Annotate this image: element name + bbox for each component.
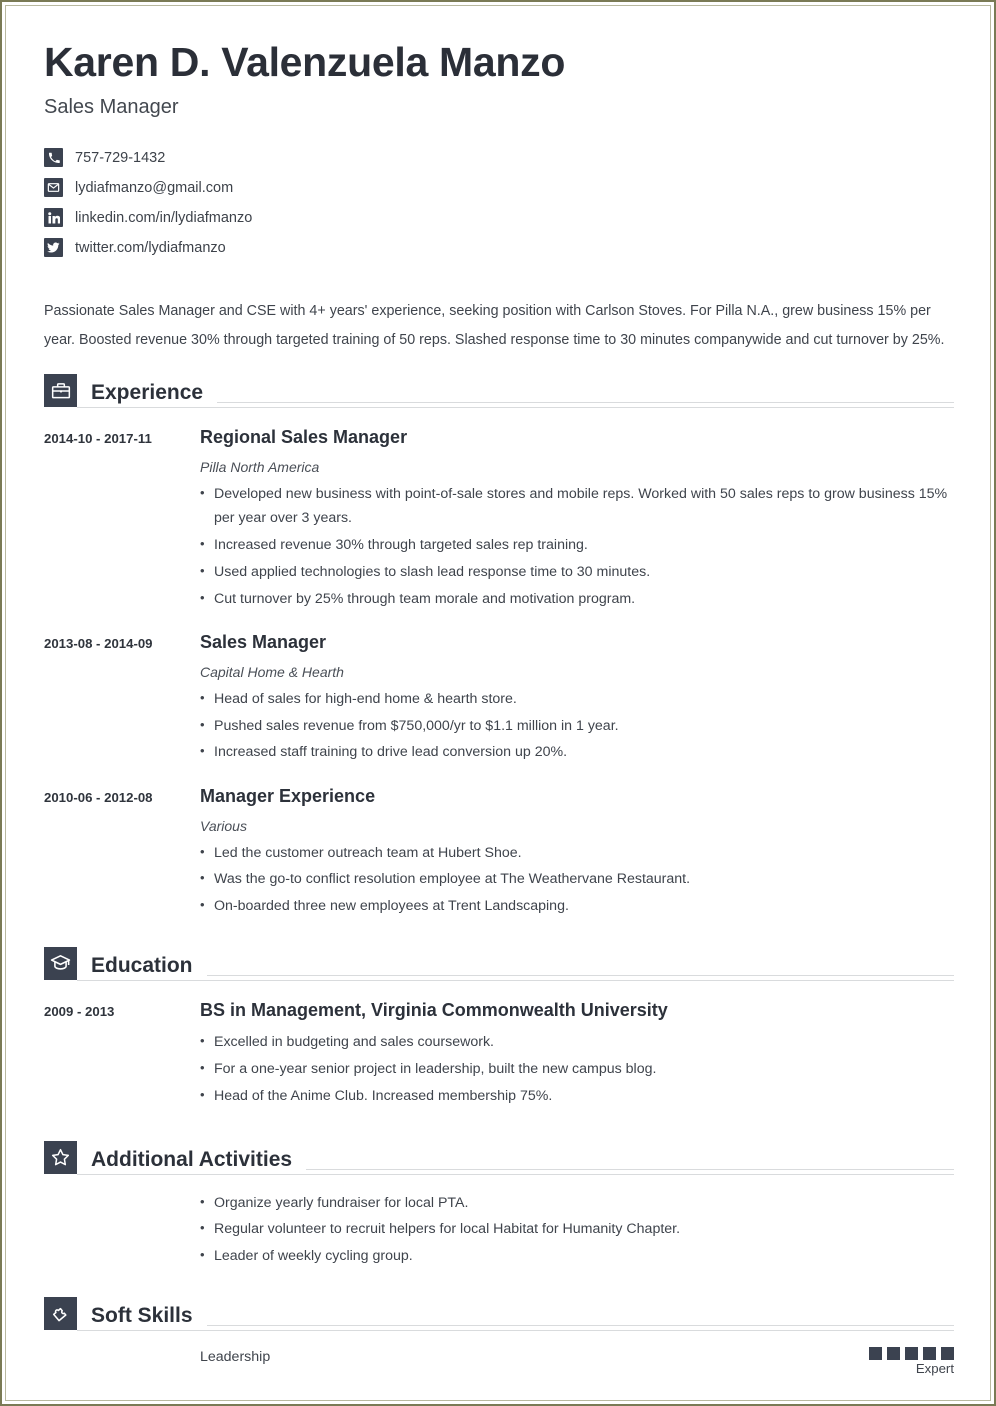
list-item: Increased staff training to drive lead c… bbox=[200, 740, 954, 765]
skill-name: Leadership bbox=[200, 1348, 271, 1365]
skill-row: Leadership Expert bbox=[200, 1346, 954, 1378]
list-item: Pushed sales revenue from $750,000/yr to… bbox=[200, 714, 954, 739]
contact-linkedin-text: linkedin.com/in/lydiafmanzo bbox=[75, 209, 253, 226]
skill-level-label: Expert bbox=[915, 1360, 954, 1376]
section-header-experience: Experience bbox=[44, 374, 954, 408]
contact-list: 757-729-1432 lydiafmanzo@gmail.com linke… bbox=[44, 143, 954, 263]
entry-body: Regional Sales Manager Pilla North Ameri… bbox=[200, 426, 954, 613]
list-item: Used applied technologies to slash lead … bbox=[200, 560, 954, 585]
page-title: Karen D. Valenzuela Manzo bbox=[44, 39, 566, 85]
entry-date: 2009 - 2013 bbox=[44, 1003, 115, 1019]
resume-content: Karen D. Valenzuela Manzo Sales Manager … bbox=[6, 6, 990, 1404]
list-item: For a one-year senior project in leaders… bbox=[200, 1057, 954, 1082]
job-title: Sales Manager bbox=[44, 95, 179, 118]
rating-dot bbox=[941, 1346, 954, 1360]
list-item: On-boarded three new employees at Trent … bbox=[200, 894, 954, 919]
section-title-experience: Experience bbox=[91, 381, 204, 405]
activities-bullet-list: Organize yearly fundraiser for local PTA… bbox=[200, 1191, 954, 1269]
section-header-soft-skills: Soft Skills bbox=[44, 1296, 954, 1330]
contact-phone-text: 757-729-1432 bbox=[75, 149, 166, 166]
section-underline bbox=[77, 1329, 954, 1331]
resume-page-inner-border: Karen D. Valenzuela Manzo Sales Manager … bbox=[5, 5, 991, 1401]
list-item: Regular volunteer to recruit helpers for… bbox=[200, 1217, 954, 1242]
section-divider bbox=[206, 1324, 954, 1326]
experience-entry: 2010-06 - 2012-08 Manager Experience Var… bbox=[44, 785, 954, 921]
entry-organization: Pilla North America bbox=[200, 458, 320, 475]
list-item: Excelled in budgeting and sales coursewo… bbox=[200, 1030, 954, 1055]
entry-body: Sales Manager Capital Home & Hearth Head… bbox=[200, 631, 954, 767]
list-item: Was the go-to conflict resolution employ… bbox=[200, 867, 954, 892]
entry-degree: BS in Management, Virginia Commonwealth … bbox=[200, 999, 668, 1020]
contact-item-email[interactable]: lydiafmanzo@gmail.com bbox=[44, 173, 954, 203]
entry-bullet-list: Led the customer outreach team at Hubert… bbox=[200, 841, 954, 919]
section-header-education: Education bbox=[44, 946, 954, 980]
list-item: Head of the Anime Club. Increased member… bbox=[200, 1084, 954, 1109]
section-additional-activities: Additional Activities Organize yearly fu… bbox=[44, 1140, 954, 1269]
resume-page: Karen D. Valenzuela Manzo Sales Manager … bbox=[0, 0, 996, 1406]
section-header-activities: Additional Activities bbox=[44, 1140, 954, 1174]
twitter-icon bbox=[44, 238, 63, 258]
rating-dot bbox=[869, 1346, 882, 1360]
list-item: Cut turnover by 25% through team morale … bbox=[200, 587, 954, 612]
section-education: Education 2009 - 2013 BS in Management, … bbox=[44, 946, 954, 1111]
list-item: Organize yearly fundraiser for local PTA… bbox=[200, 1191, 954, 1216]
list-item: Leader of weekly cycling group. bbox=[200, 1244, 954, 1269]
list-item: Head of sales for high-end home & hearth… bbox=[200, 687, 954, 712]
experience-entry: 2013-08 - 2014-09 Sales Manager Capital … bbox=[44, 631, 954, 767]
list-item: Increased revenue 30% through targeted s… bbox=[200, 533, 954, 558]
section-underline bbox=[77, 979, 954, 981]
entry-body: BS in Management, Virginia Commonwealth … bbox=[200, 999, 954, 1111]
section-divider bbox=[217, 402, 954, 404]
entry-organization: Capital Home & Hearth bbox=[200, 663, 344, 680]
entry-date: 2014-10 - 2017-11 bbox=[44, 431, 152, 447]
rating-dot bbox=[905, 1346, 918, 1360]
email-icon bbox=[44, 178, 63, 198]
list-item: Led the customer outreach team at Hubert… bbox=[200, 841, 954, 866]
skill-rating-dots bbox=[869, 1346, 954, 1360]
list-item: Developed new business with point-of-sal… bbox=[200, 482, 954, 531]
contact-item-phone[interactable]: 757-729-1432 bbox=[44, 143, 954, 173]
contact-twitter-text: twitter.com/lydiafmanzo bbox=[75, 239, 226, 256]
section-underline bbox=[77, 407, 954, 409]
rating-dot bbox=[887, 1346, 900, 1360]
entry-date: 2010-06 - 2012-08 bbox=[44, 790, 153, 806]
professional-summary: Passionate Sales Manager and CSE with 4+… bbox=[44, 302, 945, 348]
section-soft-skills: Soft Skills Leadership Expert bbox=[44, 1296, 954, 1404]
entry-organization: Various bbox=[200, 817, 247, 834]
section-experience: Experience 2014-10 - 2017-11 Regional Sa… bbox=[44, 374, 954, 921]
contact-item-linkedin[interactable]: linkedin.com/in/lydiafmanzo bbox=[44, 203, 954, 233]
section-title-education: Education bbox=[91, 953, 193, 977]
entry-bullet-list: Developed new business with point-of-sal… bbox=[200, 482, 954, 612]
entry-role: Sales Manager bbox=[200, 632, 327, 653]
entry-body: Manager Experience Various Led the custo… bbox=[200, 785, 954, 921]
entry-bullet-list: Excelled in budgeting and sales coursewo… bbox=[200, 1030, 954, 1108]
briefcase-icon bbox=[44, 374, 77, 408]
star-icon bbox=[44, 1140, 77, 1174]
contact-email-text: lydiafmanzo@gmail.com bbox=[75, 179, 234, 196]
skills-body: Leadership Expert bbox=[200, 1346, 954, 1404]
phone-icon bbox=[44, 148, 63, 168]
skill-rating: Expert bbox=[869, 1346, 954, 1378]
section-underline bbox=[77, 1173, 954, 1175]
entry-role: Regional Sales Manager bbox=[200, 427, 408, 448]
experience-entry: 2014-10 - 2017-11 Regional Sales Manager… bbox=[44, 426, 954, 613]
section-title-activities: Additional Activities bbox=[91, 1147, 293, 1171]
entry-bullet-list: Head of sales for high-end home & hearth… bbox=[200, 687, 954, 765]
education-entry: 2009 - 2013 BS in Management, Virginia C… bbox=[44, 999, 954, 1111]
section-divider bbox=[306, 1168, 954, 1170]
section-title-soft-skills: Soft Skills bbox=[91, 1303, 193, 1327]
rating-dot bbox=[923, 1346, 936, 1360]
contact-item-twitter[interactable]: twitter.com/lydiafmanzo bbox=[44, 233, 954, 263]
entry-role: Manager Experience bbox=[200, 786, 376, 807]
activities-body: Organize yearly fundraiser for local PTA… bbox=[200, 1191, 954, 1269]
graduation-cap-icon bbox=[44, 946, 77, 980]
entry-date: 2013-08 - 2014-09 bbox=[44, 636, 153, 652]
puzzle-piece-icon bbox=[44, 1296, 77, 1330]
section-divider bbox=[206, 974, 954, 976]
linkedin-icon bbox=[44, 208, 63, 228]
